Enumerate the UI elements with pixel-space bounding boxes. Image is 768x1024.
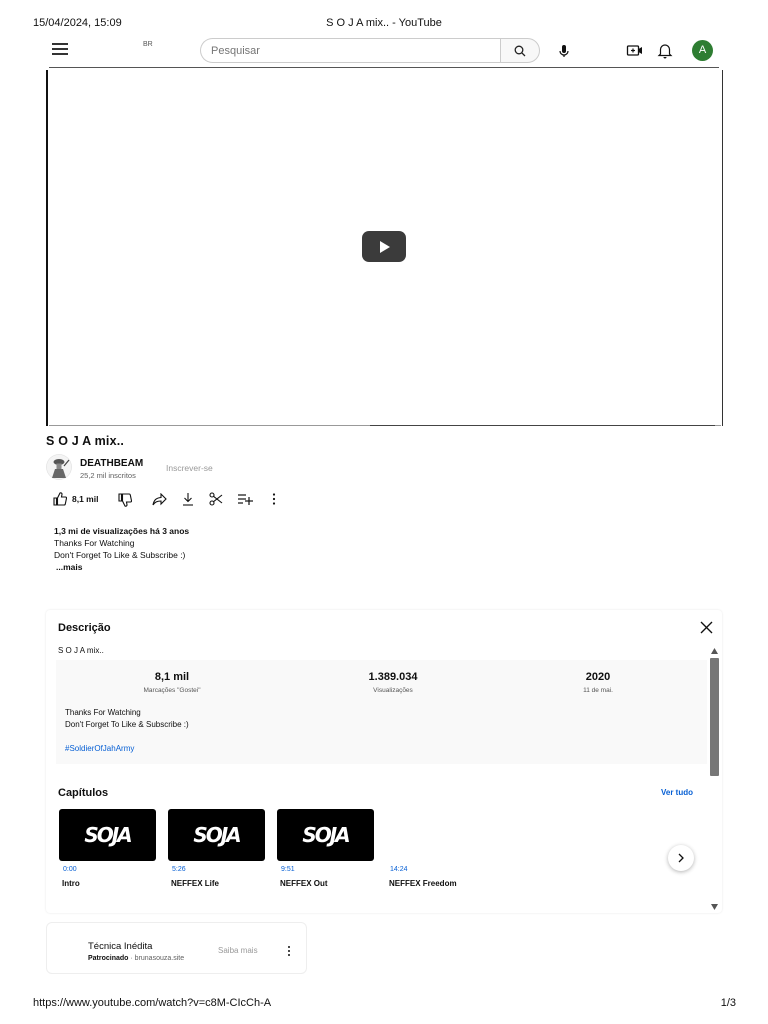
ad-learn-more-button[interactable]: Saiba mais (218, 946, 258, 955)
avatar[interactable]: A (692, 40, 713, 61)
chapter-item[interactable]: 14:24 NEFFEX Freedom (386, 809, 484, 888)
scroll-up-arrow-icon[interactable] (711, 648, 718, 654)
more-options-icon[interactable] (270, 492, 278, 506)
ad-sponsored-label: Patrocinado (88, 955, 129, 962)
close-icon[interactable] (700, 621, 713, 634)
stat-date-label: 11 de mai. (583, 687, 613, 694)
stat-year-value: 2020 (585, 671, 611, 683)
channel-avatar[interactable] (46, 454, 72, 480)
stat-likes-value: 8,1 mil (154, 671, 190, 683)
bell-icon[interactable] (657, 42, 673, 59)
chapter-thumbnail (386, 809, 483, 861)
chapter-name: NEFFEX Freedom (389, 879, 457, 888)
stat-likes-label: Marcações "Gostei" (143, 687, 201, 694)
chapter-item[interactable]: SOJA 0:00 Intro (59, 809, 157, 888)
chapter-item[interactable]: SOJA 9:51 NEFFEX Out (277, 809, 375, 888)
download-icon[interactable] (182, 492, 194, 506)
country-code: BR (143, 41, 153, 48)
ad-domain: · brunasouza.site (128, 955, 185, 962)
channel-name[interactable]: DEATHBEAM (80, 458, 143, 469)
views-and-date: 1,3 mi de visualizações há 3 anos (54, 526, 190, 536)
chapter-name: NEFFEX Out (280, 879, 328, 888)
show-more-link[interactable]: ...mais (56, 562, 82, 572)
mic-icon[interactable] (556, 43, 572, 59)
chapter-name: NEFFEX Life (171, 879, 220, 888)
save-to-playlist-icon[interactable] (238, 493, 253, 505)
search-icon (514, 45, 526, 56)
scissors-icon[interactable] (209, 492, 223, 506)
scroll-down-arrow-icon[interactable] (711, 904, 718, 910)
chapter-time: 5:26 (172, 866, 186, 873)
masthead-divider (49, 67, 719, 68)
search-button[interactable] (500, 38, 540, 63)
create-icon[interactable] (626, 42, 643, 59)
scrollbar-thumb[interactable] (710, 658, 719, 776)
ad-title[interactable]: Técnica Inédita (88, 941, 152, 952)
print-url: https://www.youtube.com/watch?v=c8M-CIcC… (33, 997, 272, 1009)
hashtag-link[interactable]: #SoldierOfJahArmy (65, 744, 134, 753)
chapter-thumbnail: SOJA (168, 809, 265, 861)
like-count: 8,1 mil (72, 494, 99, 504)
chapter-time: 0:00 (63, 866, 77, 873)
chapter-item[interactable]: SOJA 5:26 NEFFEX Life (168, 809, 266, 888)
print-page-title: S O J A mix.. - YouTube (326, 17, 442, 29)
description-text-line: Thanks For Watching (65, 708, 141, 717)
sponsored-ad-card[interactable] (46, 922, 307, 974)
dislike-icon[interactable] (118, 493, 132, 507)
subscriber-count: 25,2 mil inscritos (80, 471, 136, 480)
print-page-number: 1/3 (720, 997, 736, 1009)
next-chapters-button[interactable] (668, 845, 694, 871)
chapter-thumbnail: SOJA (59, 809, 156, 861)
ad-more-options-icon[interactable] (286, 945, 292, 957)
stat-views-value: 1.389.034 (368, 671, 418, 683)
chapter-name: Intro (62, 879, 80, 888)
description-snippet-line: Don't Forget To Like & Subscribe :) (54, 550, 186, 560)
player-border (370, 425, 715, 426)
description-text-line: Don't Forget To Like & Subscribe :) (65, 720, 189, 729)
chapters-heading: Capítulos (58, 787, 109, 799)
soldier-icon (46, 454, 72, 480)
stat-views-label: Visualizações (373, 687, 413, 694)
chapter-thumbnail: SOJA (277, 809, 374, 861)
description-video-title: S O J A mix.. (58, 646, 104, 655)
ad-sponsor-line: Patrocinado · brunasouza.site (88, 955, 184, 962)
play-icon (380, 240, 390, 253)
video-title: S O J A mix.. (46, 434, 125, 448)
see-all-chapters-link[interactable]: Ver tudo (661, 788, 693, 797)
description-snippet-line: Thanks For Watching (54, 538, 135, 548)
like-icon[interactable] (53, 492, 67, 506)
chapter-time: 9:51 (281, 866, 295, 873)
description-panel-title: Descrição (58, 622, 111, 634)
play-button[interactable] (362, 231, 406, 262)
chapter-time: 14:24 (390, 866, 408, 873)
menu-icon[interactable] (52, 43, 68, 57)
chevron-right-icon (678, 853, 684, 863)
search-input[interactable] (200, 38, 500, 63)
subscribe-button[interactable]: Inscrever-se (166, 463, 213, 473)
share-icon[interactable] (152, 493, 167, 506)
